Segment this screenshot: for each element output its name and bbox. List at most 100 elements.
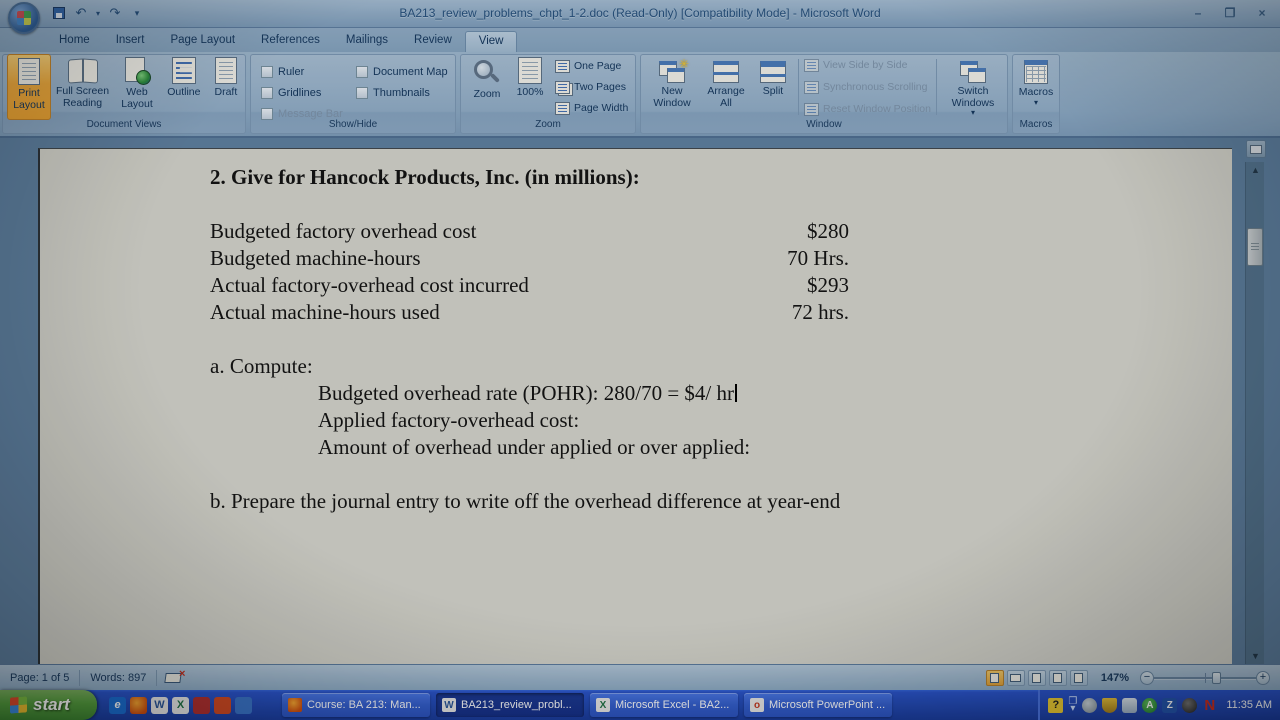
tab-mailings[interactable]: Mailings [333, 31, 401, 52]
word-count[interactable]: Words: 897 [80, 669, 156, 687]
gridlines-checkbox[interactable] [261, 87, 273, 99]
ruler-toggle-button[interactable] [1246, 140, 1266, 158]
excel-app-icon: X [596, 698, 610, 712]
start-button[interactable]: start [0, 690, 97, 720]
vertical-scrollbar[interactable]: ▲ ▼ [1245, 162, 1264, 664]
taskbar: start e W X Course: BA 213: Man... W BA2… [0, 690, 1280, 720]
zoom-button[interactable]: Zoom [466, 54, 508, 120]
tab-review[interactable]: Review [401, 31, 465, 52]
thumbnails-checkbox-row[interactable]: Thumbnails [356, 82, 448, 103]
powerpoint-icon[interactable] [214, 697, 231, 714]
close-button[interactable]: × [1252, 4, 1272, 21]
view-outline-button[interactable] [1049, 670, 1067, 686]
page-width-button[interactable]: Page Width [555, 99, 628, 118]
tray-audio-icon[interactable] [1182, 698, 1197, 713]
restore-button[interactable]: ❐ [1220, 4, 1240, 21]
macros-icon [1024, 60, 1048, 84]
web-layout-button[interactable]: Web Layout [114, 54, 160, 120]
tray-globe-icon[interactable] [1082, 698, 1097, 713]
view-draft-icon [1074, 673, 1083, 683]
excel-icon[interactable]: X [172, 697, 189, 714]
switch-windows-button[interactable]: Switch Windows ▾ [943, 54, 1003, 120]
taskbar-button-powerpoint[interactable]: o Microsoft PowerPoint ... [744, 693, 892, 717]
ribbon-group-document-views: Print Layout Full Screen Reading Web Lay… [2, 54, 246, 134]
tray-arrow-icon: ▾ [1070, 705, 1075, 712]
zoom-percent[interactable]: 147% [1101, 672, 1129, 684]
scroll-up-icon[interactable]: ▲ [1246, 162, 1265, 178]
tray-tool-icon[interactable] [1122, 698, 1137, 713]
synchronous-scrolling-label: Synchronous Scrolling [823, 81, 927, 93]
new-window-button[interactable]: ✳ New Window [646, 54, 698, 120]
document-map-checkbox[interactable] [356, 66, 368, 78]
access-icon[interactable] [193, 697, 210, 714]
proofing-x-icon: × [179, 668, 185, 680]
tab-home[interactable]: Home [46, 31, 103, 52]
scroll-down-icon[interactable]: ▼ [1246, 648, 1265, 664]
tab-page-layout[interactable]: Page Layout [157, 31, 248, 52]
view-print-layout-button[interactable] [986, 670, 1004, 686]
taskbar-button-excel[interactable]: X Microsoft Excel - BA2... [590, 693, 738, 717]
taskbar-button-firefox[interactable]: Course: BA 213: Man... [282, 693, 430, 717]
document-page[interactable]: 2. Give for Hancock Products, Inc. (in m… [38, 148, 1232, 664]
outline-button[interactable]: Outline [162, 54, 206, 120]
full-screen-reading-button[interactable]: Full Screen Reading [53, 54, 112, 120]
taskbar-clock[interactable]: 11:35 AM [1222, 699, 1272, 711]
slider-midpoint [1205, 673, 1206, 683]
compute-line-text: Amount of overhead under applied or over… [318, 435, 750, 459]
tab-view[interactable]: View [465, 31, 518, 52]
internet-explorer-icon[interactable]: e [109, 697, 126, 714]
ribbon-tab-bar: Home Insert Page Layout References Maili… [0, 28, 1280, 52]
zoom-100-button[interactable]: 100% [510, 54, 550, 120]
task-button-label: Microsoft PowerPoint ... [769, 699, 885, 711]
ribbon: Print Layout Full Screen Reading Web Lay… [0, 52, 1280, 138]
tray-zotero-icon[interactable]: Z [1162, 698, 1177, 713]
document-map-checkbox-row[interactable]: Document Map [356, 61, 448, 82]
tray-shield-icon[interactable] [1102, 698, 1117, 713]
gridlines-checkbox-row[interactable]: Gridlines [261, 82, 356, 103]
zoom-in-button[interactable]: + [1256, 671, 1270, 685]
view-draft-button[interactable] [1070, 670, 1088, 686]
view-full-screen-button[interactable] [1007, 670, 1025, 686]
ruler-checkbox[interactable] [261, 66, 273, 78]
compute-line: Budgeted overhead rate (POHR): 280/70 = … [210, 380, 955, 407]
system-tray: ? ❐▾ A Z N 11:35 AM [1038, 690, 1280, 720]
print-layout-button[interactable]: Print Layout [7, 54, 51, 120]
blank-line [210, 461, 955, 488]
view-side-by-side-button: View Side by Side [804, 56, 931, 75]
word-icon[interactable]: W [151, 697, 168, 714]
proofing-error-icon[interactable]: × [165, 671, 183, 684]
minimize-button[interactable]: – [1188, 4, 1208, 21]
ribbon-group-zoom: Zoom 100% One Page Two Pages Page Width … [460, 54, 636, 134]
tray-netsupport-icon[interactable]: N [1202, 698, 1217, 713]
messenger-icon[interactable] [235, 697, 252, 714]
taskbar-button-word[interactable]: W BA213_review_probl... [436, 693, 584, 717]
tab-references[interactable]: References [248, 31, 333, 52]
zoom-slider[interactable]: − + [1140, 670, 1270, 686]
two-pages-button[interactable]: Two Pages [555, 78, 628, 97]
page-indicator[interactable]: Page: 1 of 5 [0, 669, 79, 687]
tray-antivirus-icon[interactable]: A [1142, 698, 1157, 713]
data-row: Actual factory-overhead cost incurred $2… [210, 272, 849, 299]
macros-button[interactable]: Macros ▾ [1014, 54, 1058, 120]
reset-window-position-icon [804, 103, 819, 116]
firefox-icon[interactable] [130, 697, 147, 714]
scrollbar-thumb[interactable] [1247, 228, 1263, 266]
zoom-out-button[interactable]: − [1140, 671, 1154, 685]
star-badge-icon: ✳ [679, 57, 689, 71]
office-button[interactable] [8, 2, 40, 34]
tray-collapse-icon[interactable]: ❐▾ [1068, 698, 1077, 712]
firefox-app-icon [288, 698, 302, 712]
ruler-checkbox-row[interactable]: Ruler [261, 61, 356, 82]
draft-button[interactable]: Draft [208, 54, 244, 120]
one-page-button[interactable]: One Page [555, 57, 628, 76]
arrange-all-button[interactable]: Arrange All [700, 54, 752, 120]
thumbnails-checkbox[interactable] [356, 87, 368, 99]
split-button[interactable]: Split [754, 54, 792, 120]
view-web-layout-button[interactable] [1028, 670, 1046, 686]
task-button-label: BA213_review_probl... [461, 699, 572, 711]
row-label: Budgeted factory overhead cost [210, 218, 476, 245]
tab-insert[interactable]: Insert [103, 31, 158, 52]
switch-windows-label: Switch Windows [946, 86, 1000, 109]
help-tray-icon[interactable]: ? [1048, 698, 1063, 713]
slider-thumb[interactable] [1212, 672, 1221, 684]
